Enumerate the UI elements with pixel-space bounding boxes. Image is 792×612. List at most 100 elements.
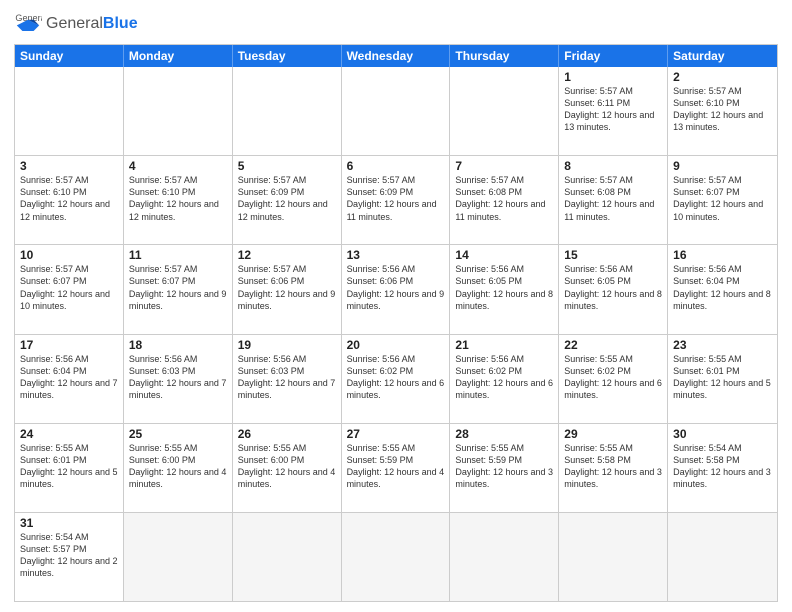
day-info: Sunrise: 5:57 AM Sunset: 6:09 PM Dayligh…	[238, 174, 336, 223]
day-number: 20	[347, 338, 445, 352]
day-number: 8	[564, 159, 662, 173]
day-number: 12	[238, 248, 336, 262]
calendar-cell: 28Sunrise: 5:55 AM Sunset: 5:59 PM Dayli…	[450, 424, 559, 512]
day-info: Sunrise: 5:54 AM Sunset: 5:57 PM Dayligh…	[20, 531, 118, 580]
day-number: 4	[129, 159, 227, 173]
calendar-cell	[342, 513, 451, 601]
day-info: Sunrise: 5:57 AM Sunset: 6:11 PM Dayligh…	[564, 85, 662, 134]
day-number: 16	[673, 248, 772, 262]
cal-header-cell: Monday	[124, 45, 233, 67]
day-number: 17	[20, 338, 118, 352]
calendar-cell: 5Sunrise: 5:57 AM Sunset: 6:09 PM Daylig…	[233, 156, 342, 244]
calendar-cell: 22Sunrise: 5:55 AM Sunset: 6:02 PM Dayli…	[559, 335, 668, 423]
calendar-cell: 29Sunrise: 5:55 AM Sunset: 5:58 PM Dayli…	[559, 424, 668, 512]
day-info: Sunrise: 5:55 AM Sunset: 6:01 PM Dayligh…	[673, 353, 772, 402]
calendar-cell: 12Sunrise: 5:57 AM Sunset: 6:06 PM Dayli…	[233, 245, 342, 333]
calendar-cell: 17Sunrise: 5:56 AM Sunset: 6:04 PM Dayli…	[15, 335, 124, 423]
page: General GeneralBlue SundayMondayTuesdayW…	[0, 0, 792, 612]
calendar-cell	[450, 67, 559, 155]
calendar-row: 31Sunrise: 5:54 AM Sunset: 5:57 PM Dayli…	[15, 512, 777, 601]
day-info: Sunrise: 5:55 AM Sunset: 5:58 PM Dayligh…	[564, 442, 662, 491]
calendar-row: 3Sunrise: 5:57 AM Sunset: 6:10 PM Daylig…	[15, 155, 777, 244]
calendar-cell: 4Sunrise: 5:57 AM Sunset: 6:10 PM Daylig…	[124, 156, 233, 244]
calendar-cell: 24Sunrise: 5:55 AM Sunset: 6:01 PM Dayli…	[15, 424, 124, 512]
day-number: 28	[455, 427, 553, 441]
calendar-body: 1Sunrise: 5:57 AM Sunset: 6:11 PM Daylig…	[15, 67, 777, 601]
day-info: Sunrise: 5:55 AM Sunset: 5:59 PM Dayligh…	[347, 442, 445, 491]
day-info: Sunrise: 5:55 AM Sunset: 5:59 PM Dayligh…	[455, 442, 553, 491]
calendar-cell: 10Sunrise: 5:57 AM Sunset: 6:07 PM Dayli…	[15, 245, 124, 333]
day-number: 1	[564, 70, 662, 84]
day-info: Sunrise: 5:55 AM Sunset: 6:01 PM Dayligh…	[20, 442, 118, 491]
day-info: Sunrise: 5:55 AM Sunset: 6:00 PM Dayligh…	[129, 442, 227, 491]
day-info: Sunrise: 5:56 AM Sunset: 6:03 PM Dayligh…	[129, 353, 227, 402]
day-info: Sunrise: 5:56 AM Sunset: 6:02 PM Dayligh…	[347, 353, 445, 402]
day-number: 13	[347, 248, 445, 262]
day-number: 10	[20, 248, 118, 262]
day-number: 26	[238, 427, 336, 441]
calendar-cell: 3Sunrise: 5:57 AM Sunset: 6:10 PM Daylig…	[15, 156, 124, 244]
day-number: 27	[347, 427, 445, 441]
day-info: Sunrise: 5:54 AM Sunset: 5:58 PM Dayligh…	[673, 442, 772, 491]
calendar-cell: 9Sunrise: 5:57 AM Sunset: 6:07 PM Daylig…	[668, 156, 777, 244]
day-number: 3	[20, 159, 118, 173]
calendar-cell: 26Sunrise: 5:55 AM Sunset: 6:00 PM Dayli…	[233, 424, 342, 512]
calendar-cell: 21Sunrise: 5:56 AM Sunset: 6:02 PM Dayli…	[450, 335, 559, 423]
day-info: Sunrise: 5:56 AM Sunset: 6:04 PM Dayligh…	[673, 263, 772, 312]
calendar-cell	[668, 513, 777, 601]
calendar-cell: 19Sunrise: 5:56 AM Sunset: 6:03 PM Dayli…	[233, 335, 342, 423]
cal-header-cell: Friday	[559, 45, 668, 67]
logo-text: GeneralBlue	[46, 15, 138, 33]
cal-header-cell: Thursday	[450, 45, 559, 67]
calendar-cell: 18Sunrise: 5:56 AM Sunset: 6:03 PM Dayli…	[124, 335, 233, 423]
day-number: 18	[129, 338, 227, 352]
cal-header-cell: Wednesday	[342, 45, 451, 67]
day-number: 23	[673, 338, 772, 352]
day-number: 14	[455, 248, 553, 262]
calendar-cell: 16Sunrise: 5:56 AM Sunset: 6:04 PM Dayli…	[668, 245, 777, 333]
calendar-cell	[15, 67, 124, 155]
day-number: 21	[455, 338, 553, 352]
calendar-cell: 6Sunrise: 5:57 AM Sunset: 6:09 PM Daylig…	[342, 156, 451, 244]
calendar-cell: 30Sunrise: 5:54 AM Sunset: 5:58 PM Dayli…	[668, 424, 777, 512]
day-info: Sunrise: 5:56 AM Sunset: 6:02 PM Dayligh…	[455, 353, 553, 402]
day-info: Sunrise: 5:57 AM Sunset: 6:08 PM Dayligh…	[564, 174, 662, 223]
day-info: Sunrise: 5:55 AM Sunset: 6:02 PM Dayligh…	[564, 353, 662, 402]
day-info: Sunrise: 5:56 AM Sunset: 6:03 PM Dayligh…	[238, 353, 336, 402]
calendar-cell: 14Sunrise: 5:56 AM Sunset: 6:05 PM Dayli…	[450, 245, 559, 333]
day-number: 6	[347, 159, 445, 173]
calendar-cell: 7Sunrise: 5:57 AM Sunset: 6:08 PM Daylig…	[450, 156, 559, 244]
calendar-cell	[124, 513, 233, 601]
day-number: 29	[564, 427, 662, 441]
calendar-row: 17Sunrise: 5:56 AM Sunset: 6:04 PM Dayli…	[15, 334, 777, 423]
day-info: Sunrise: 5:57 AM Sunset: 6:10 PM Dayligh…	[20, 174, 118, 223]
day-info: Sunrise: 5:57 AM Sunset: 6:07 PM Dayligh…	[673, 174, 772, 223]
day-number: 5	[238, 159, 336, 173]
day-number: 7	[455, 159, 553, 173]
calendar-cell	[233, 67, 342, 155]
day-info: Sunrise: 5:56 AM Sunset: 6:05 PM Dayligh…	[564, 263, 662, 312]
logo: General GeneralBlue	[14, 10, 138, 38]
calendar-cell: 8Sunrise: 5:57 AM Sunset: 6:08 PM Daylig…	[559, 156, 668, 244]
day-number: 24	[20, 427, 118, 441]
header: General GeneralBlue	[14, 10, 778, 38]
calendar-row: 24Sunrise: 5:55 AM Sunset: 6:01 PM Dayli…	[15, 423, 777, 512]
day-info: Sunrise: 5:57 AM Sunset: 6:06 PM Dayligh…	[238, 263, 336, 312]
cal-header-cell: Tuesday	[233, 45, 342, 67]
day-number: 31	[20, 516, 118, 530]
day-number: 19	[238, 338, 336, 352]
day-info: Sunrise: 5:56 AM Sunset: 6:05 PM Dayligh…	[455, 263, 553, 312]
calendar-cell	[342, 67, 451, 155]
day-info: Sunrise: 5:57 AM Sunset: 6:08 PM Dayligh…	[455, 174, 553, 223]
calendar-cell	[559, 513, 668, 601]
day-info: Sunrise: 5:56 AM Sunset: 6:06 PM Dayligh…	[347, 263, 445, 312]
calendar-cell	[124, 67, 233, 155]
day-number: 11	[129, 248, 227, 262]
calendar-cell	[233, 513, 342, 601]
day-info: Sunrise: 5:57 AM Sunset: 6:09 PM Dayligh…	[347, 174, 445, 223]
day-info: Sunrise: 5:57 AM Sunset: 6:10 PM Dayligh…	[673, 85, 772, 134]
calendar-row: 10Sunrise: 5:57 AM Sunset: 6:07 PM Dayli…	[15, 244, 777, 333]
cal-header-cell: Saturday	[668, 45, 777, 67]
calendar-header-row: SundayMondayTuesdayWednesdayThursdayFrid…	[15, 45, 777, 67]
day-number: 30	[673, 427, 772, 441]
